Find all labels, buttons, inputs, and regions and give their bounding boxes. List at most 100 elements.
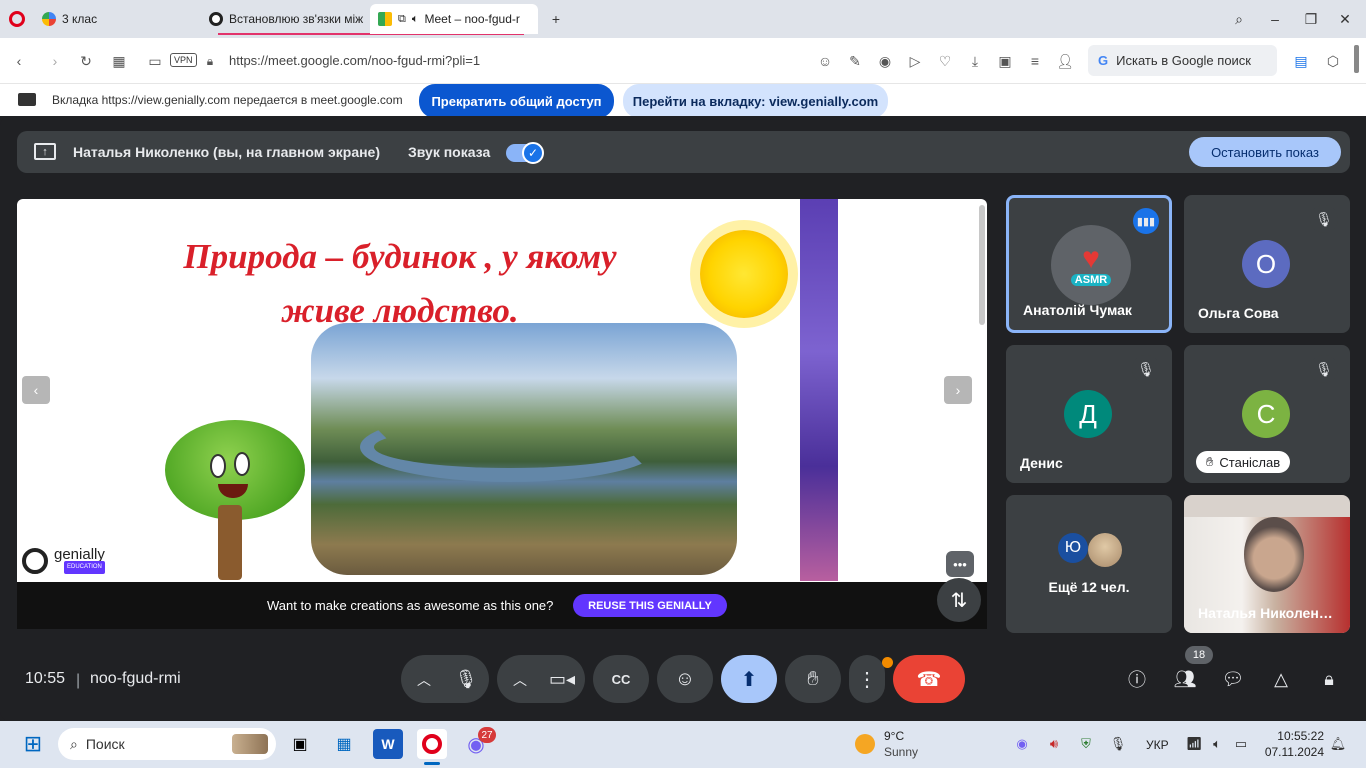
mic-icon[interactable]: 🎙︎ [447, 660, 485, 698]
store-icon[interactable]: ▦ [329, 729, 359, 759]
taskbar-search[interactable]: ⌕ Поиск [58, 728, 276, 760]
tab-3-klas[interactable]: 3 клас [34, 4, 199, 34]
reactions-button[interactable]: ☺ [657, 655, 713, 703]
mic-off-icon: 🎙︎ [1132, 355, 1160, 383]
menu-icon[interactable]: ≡ [1024, 50, 1046, 72]
avatar: Д [1064, 390, 1112, 438]
swap-layout-icon[interactable]: ⇅ [937, 578, 981, 622]
emoji-icon[interactable]: ☺ [814, 50, 836, 72]
mic-off-icon: 🎙︎ [1310, 355, 1338, 383]
more-participants-label: Ещё 12 чел. [1048, 579, 1130, 595]
tab-label: 3 клас [62, 12, 98, 26]
search-tabs-icon[interactable]: ⌕ [1228, 8, 1250, 30]
notifications-bell-icon[interactable]: 🔔︎ [1328, 734, 1348, 754]
tab-vstanovlyuyu[interactable]: Встановлюю зв'язки між [201, 4, 366, 34]
profile-icon[interactable]: 👤︎ [1054, 50, 1076, 72]
extension-icon[interactable]: ▤ [1290, 50, 1312, 72]
edit-icon[interactable]: ✎ [844, 50, 866, 72]
screen-share-icon [18, 93, 36, 106]
speaker-icon[interactable]: 🔈︎ [1207, 734, 1227, 754]
mic-options-chevron-icon[interactable]: ︿ [410, 666, 438, 694]
self-view-tile[interactable]: Наталья Николен… [1184, 495, 1350, 633]
wifi-icon[interactable]: 📶︎ [1184, 734, 1204, 754]
microphone-tray-icon[interactable]: 🎙︎ [1108, 734, 1128, 754]
tab-label: Meet – noo-fgud-r [424, 12, 520, 26]
presenter-name: Наталья Николенко (вы, на главном экране… [73, 144, 381, 160]
slide-scrollbar[interactable] [979, 205, 985, 325]
box-icon[interactable]: ⬡ [1322, 50, 1344, 72]
info-icon[interactable]: ⓘ [1123, 665, 1151, 693]
raise-hand-button[interactable]: ✋︎ [785, 655, 841, 703]
participant-tile[interactable]: О 🎙︎ Ольга Сова [1184, 195, 1350, 333]
windows-start-icon[interactable]: ⊞ [18, 729, 48, 759]
participant-tile[interactable]: Д 🎙︎ Денис [1006, 345, 1172, 483]
player-icon[interactable]: ▣ [994, 50, 1016, 72]
slide-title: Природа – будинок , у якому живе людство… [183, 237, 617, 330]
minimize-button[interactable]: – [1264, 8, 1286, 30]
search-icon: ⌕ [70, 735, 78, 752]
captions-button[interactable]: CC [593, 655, 649, 703]
battery-icon[interactable]: ▭ [1231, 734, 1251, 754]
speaker-icon: 🔈︎ [411, 12, 419, 25]
check-icon[interactable]: ✓ [522, 142, 544, 164]
genially-logo[interactable]: genially EDUCATION [22, 547, 105, 574]
avatar: Ю [1058, 533, 1088, 563]
camera-icon[interactable]: ▭◂ [543, 660, 581, 698]
system-time[interactable]: 10:55:22 [1264, 729, 1324, 743]
genially-tab-icon [209, 12, 223, 26]
tree-eye-right [234, 452, 250, 476]
participant-tile[interactable]: ♥ ASMR ▮▮▮ Анатолій Чумак [1006, 195, 1172, 333]
opera-taskbar-icon[interactable] [417, 729, 447, 759]
reload-icon[interactable]: ↻ [75, 50, 97, 72]
host-controls-icon[interactable]: 🔒︎ [1315, 665, 1343, 693]
opera-logo-icon[interactable] [9, 11, 25, 27]
maximize-button[interactable]: ❐ [1300, 8, 1322, 30]
slide-next-button[interactable]: › [944, 376, 972, 404]
lock-icon: 🔒︎ [206, 53, 214, 68]
send-icon[interactable]: ▷ [904, 50, 926, 72]
new-tab-button[interactable]: + [545, 8, 567, 30]
viber-tray-icon[interactable]: ◉ [1012, 734, 1032, 754]
present-button[interactable]: ⬆ [721, 655, 777, 703]
volume-red-icon[interactable]: 🔊︎ [1044, 734, 1064, 754]
word-icon[interactable]: W [373, 729, 403, 759]
mic-off-icon: 🎙︎ [1310, 205, 1338, 233]
people-icon[interactable]: 👥︎ [1171, 665, 1199, 693]
speed-dial-icon[interactable]: ▦ [108, 50, 130, 72]
slide-prev-button[interactable]: ‹ [22, 376, 50, 404]
stop-presenting-button[interactable]: Остановить показ [1189, 137, 1341, 167]
meeting-code: noo-fgud-rmi [90, 670, 181, 687]
snapshot-icon[interactable]: ◉ [874, 50, 896, 72]
browser-scrollbar[interactable] [1354, 45, 1359, 73]
more-options-button[interactable]: ⋮ [849, 655, 885, 703]
back-icon[interactable]: ‹ [8, 50, 30, 72]
reuse-genially-button[interactable]: REUSE THIS GENIALLY [573, 594, 727, 617]
stop-sharing-button[interactable]: Прекратить общий доступ [419, 84, 614, 118]
end-call-button[interactable]: ☎ [893, 655, 965, 703]
purple-paint-border [800, 199, 838, 581]
chat-icon[interactable]: 💬︎ [1219, 665, 1247, 693]
people-count-badge: 18 [1185, 646, 1213, 664]
url-text[interactable]: https://meet.google.com/noo-fgud-rmi?pli… [229, 53, 480, 68]
heart-icon[interactable]: ♡ [934, 50, 956, 72]
participant-tile[interactable]: С 🎙︎ ✋︎ Станіслав [1184, 345, 1350, 483]
system-date[interactable]: 07.11.2024 [1264, 745, 1324, 759]
download-icon[interactable]: ⤓ [964, 50, 986, 72]
go-to-tab-button[interactable]: Перейти на вкладку: view.genially.com [623, 84, 888, 118]
task-view-icon[interactable]: ▣ [285, 729, 315, 759]
close-window-button[interactable]: ✕ [1334, 8, 1356, 30]
more-options-icon[interactable]: ••• [946, 551, 974, 577]
tab-meet[interactable]: ⧉ 🔈︎ Meet – noo-fgud-r [370, 4, 538, 34]
more-participants-tile[interactable]: Ю Ещё 12 чел. [1006, 495, 1172, 633]
vpn-badge[interactable]: VPN [170, 53, 197, 67]
forward-icon[interactable]: › [44, 50, 66, 72]
google-search-box[interactable]: G Искать в Google поиск [1088, 45, 1277, 76]
genially-logo-icon [22, 548, 48, 574]
activities-icon[interactable]: △ [1267, 665, 1295, 693]
weather-icon[interactable] [855, 734, 875, 754]
camera-icon[interactable]: ▭ [144, 50, 166, 72]
camera-options-chevron-icon[interactable]: ︿ [506, 666, 534, 694]
divider: | [76, 672, 81, 689]
security-icon[interactable]: ⛨ [1076, 734, 1096, 754]
language-indicator[interactable]: УКР [1146, 738, 1169, 752]
